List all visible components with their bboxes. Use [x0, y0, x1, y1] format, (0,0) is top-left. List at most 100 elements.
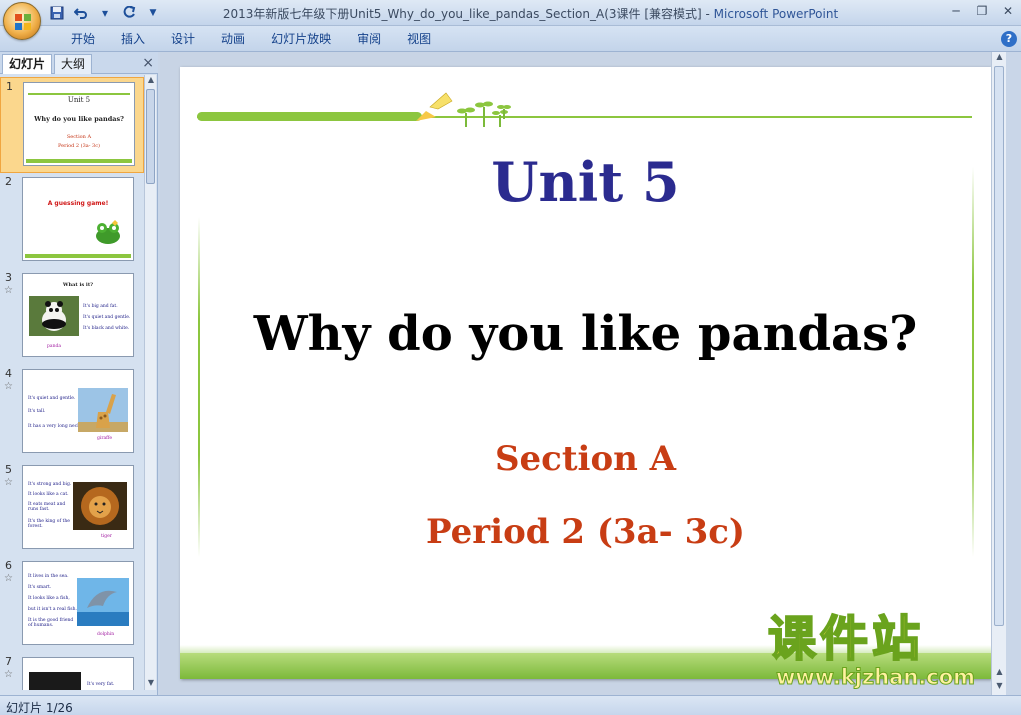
scroll-thumb[interactable]	[146, 89, 155, 184]
help-icon[interactable]: ?	[1001, 31, 1017, 47]
thumbnail-scrollbar[interactable]: ▲ ▼	[144, 75, 156, 690]
thumbnail-slide-4[interactable]: 4 ☆ It's quiet and gentle. It's tall. It…	[0, 365, 144, 461]
tab-outline[interactable]: 大纲	[54, 54, 93, 74]
thumb-line: It is the good friend of humans.	[28, 618, 74, 628]
slide-thumbnail: What is it? It's big and fat. It's quiet…	[22, 273, 134, 357]
thumb-decor-bar	[25, 254, 131, 258]
slide-number: 1	[6, 80, 13, 93]
slide-thumbnail: It's strong and big. It looks like a cat…	[22, 465, 134, 549]
slides-panel: 幻灯片 大纲 × 1 Unit 5 Why do you like pandas…	[0, 52, 158, 695]
thumbnail-slide-2[interactable]: 2 A guessing game!	[0, 173, 144, 269]
ribbon-tabs: 开始 插入 设计 动画 幻灯片放映 审阅 视图	[58, 31, 444, 47]
minimize-icon[interactable]: ─	[947, 2, 965, 20]
redo-icon[interactable]	[120, 4, 138, 22]
scroll-down-icon[interactable]: ▼	[145, 678, 157, 690]
panda-photo	[29, 296, 79, 336]
scroll-up-icon[interactable]: ▲	[992, 52, 1007, 64]
current-slide[interactable]: Unit 5 Why do you like pandas? Section A…	[180, 67, 991, 679]
slide-number: 6	[5, 559, 12, 572]
thumb-period: Period 2 (3a- 3c)	[58, 143, 100, 149]
thumb-line: It eats meat and runs fast.	[28, 502, 66, 512]
tab-review[interactable]: 审阅	[344, 31, 394, 47]
thumb-heading: A guessing game!	[47, 200, 109, 207]
lion-photo	[73, 482, 127, 530]
office-button[interactable]	[3, 2, 41, 40]
quick-access-toolbar: ▾ ▼	[48, 4, 162, 22]
thumb-section: Section A	[66, 134, 92, 140]
scroll-up-icon[interactable]: ▲	[145, 75, 157, 87]
slide-thumbnail: It's very fat.	[22, 657, 134, 690]
slide-question[interactable]: Why do you like pandas?	[180, 306, 991, 362]
close-panel-icon[interactable]: ×	[142, 55, 154, 71]
slide-thumbnail: Unit 5 Why do you like pandas? Section A…	[23, 82, 135, 166]
thumb-line: It's strong and big.	[28, 482, 72, 487]
thumb-line: It has a very long neck.	[28, 424, 82, 429]
slide-number: 3	[5, 271, 12, 284]
thumb-line: It's smart.	[28, 585, 52, 590]
slide-unit-title[interactable]: Unit 5	[180, 150, 991, 214]
status-bar: 幻灯片 1/26	[0, 695, 1021, 715]
tab-slide-show[interactable]: 幻灯片放映	[258, 31, 344, 47]
slide-photo	[29, 672, 81, 690]
scroll-thumb[interactable]	[994, 66, 1004, 626]
watermark-url: www.kjzhan.com	[776, 665, 976, 689]
document-title: 2013年新版七年级下册Unit5_Why_do_you_like_pandas…	[222, 7, 702, 21]
slide-section[interactable]: Section A	[180, 439, 991, 479]
title-bar: ▾ ▼ 2013年新版七年级下册Unit5_Why_do_you_like_pa…	[0, 0, 1021, 26]
window-title: 2013年新版七年级下册Unit5_Why_do_you_like_pandas…	[222, 7, 839, 21]
thumbnail-slide-1[interactable]: 1 Unit 5 Why do you like pandas? Section…	[0, 77, 144, 173]
thumb-line: It's quiet and gentle.	[83, 315, 131, 320]
thumb-decor-line	[28, 93, 130, 95]
ribbon: 开始 插入 设计 动画 幻灯片放映 审阅 视图 ?	[0, 26, 1021, 52]
thumb-decor-bar	[26, 159, 132, 163]
tab-slides[interactable]: 幻灯片	[2, 54, 53, 74]
save-icon[interactable]	[48, 4, 66, 22]
slide-thumbnail: It lives in the sea. It's smart. It look…	[22, 561, 134, 645]
dropdown-arrow-icon[interactable]: ▾	[96, 4, 114, 22]
slide-editor: Unit 5 Why do you like pandas? Section A…	[160, 52, 1006, 695]
slide-scrollbar[interactable]: ▲ ▲ ▼	[991, 52, 1006, 695]
thumb-caption: dolphin	[97, 632, 115, 637]
slide-period[interactable]: Period 2 (3a- 3c)	[180, 512, 991, 552]
dolphin-photo	[77, 578, 129, 626]
window-controls: ─ ❐ ✕	[947, 2, 1017, 20]
animation-star-icon: ☆	[4, 573, 13, 584]
tab-design[interactable]: 设计	[158, 31, 208, 47]
thumb-line: It's the king of the forest.	[28, 519, 70, 529]
thumb-caption: panda	[47, 344, 62, 349]
thumbnail-slide-3[interactable]: 3 ☆ What is it? It's big and fat. It's q…	[0, 269, 144, 365]
tab-insert[interactable]: 插入	[108, 31, 158, 47]
thumb-heading: What is it?	[62, 282, 94, 288]
undo-icon[interactable]	[72, 4, 90, 22]
thumb-line: but it isn't a real fish.	[28, 607, 77, 612]
slide-indicator: 幻灯片 1/26	[6, 701, 73, 715]
thumb-line: It's black and white.	[83, 326, 130, 331]
thumbnail-slide-6[interactable]: 6 ☆ It lives in the sea. It's smart. It …	[0, 557, 144, 653]
decor-vertical-line-left	[198, 217, 200, 557]
app-name: Microsoft PowerPoint	[713, 7, 839, 21]
tab-home[interactable]: 开始	[58, 31, 108, 47]
thumb-line: It's tall.	[28, 409, 46, 414]
tab-view[interactable]: 视图	[394, 31, 444, 47]
thumb-line: It's big and fat.	[83, 304, 118, 309]
thumb-caption: tiger	[101, 534, 112, 539]
giraffe-photo	[78, 388, 128, 432]
tab-animations[interactable]: 动画	[208, 31, 258, 47]
slide-number: 7	[5, 655, 12, 668]
animation-star-icon: ☆	[4, 381, 13, 392]
thumbnail-slide-5[interactable]: 5 ☆ It's strong and big. It looks like a…	[0, 461, 144, 557]
close-icon[interactable]: ✕	[999, 2, 1017, 20]
slide-number: 5	[5, 463, 12, 476]
restore-icon[interactable]: ❐	[973, 2, 991, 20]
thumb-caption: giraffe	[97, 436, 113, 441]
watermark-chinese: 课件站	[767, 611, 925, 667]
small-sprout-icon	[497, 105, 511, 119]
slide-thumbnail: A guessing game!	[22, 177, 134, 261]
watermark-logo: 课件站 www.kjzhan.com	[767, 611, 1004, 692]
thumbnail-slide-7[interactable]: 7 ☆ It's very fat.	[0, 653, 144, 690]
animation-star-icon: ☆	[4, 477, 13, 488]
slide-number: 4	[5, 367, 12, 380]
thumb-question: Why do you like pandas?	[34, 115, 124, 123]
decor-vertical-line-right	[972, 167, 974, 557]
slide-thumbnail: It's quiet and gentle. It's tall. It has…	[22, 369, 134, 453]
